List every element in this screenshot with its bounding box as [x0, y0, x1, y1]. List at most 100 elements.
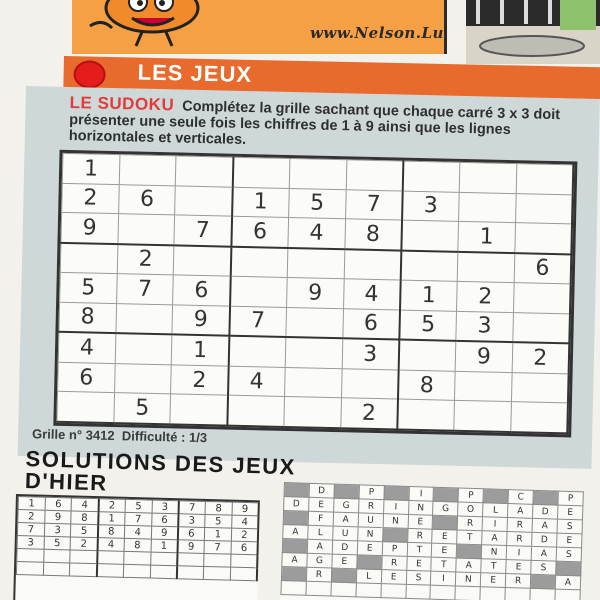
sudoku-cell: 3 [401, 190, 460, 222]
word-cell [480, 586, 506, 600]
sudoku-cell [228, 335, 286, 368]
word-cell: N [481, 544, 507, 560]
newspaper-page: www.Nelson.Lu LES JEUX LE SUDOKU Compléte… [0, 0, 600, 600]
solution-cell: 1 [18, 496, 46, 511]
sudoku-panel: LE SUDOKU Complétez la grille sachant que… [17, 86, 600, 469]
solution-cell: 1 [150, 539, 178, 553]
word-cell: E [480, 572, 506, 588]
word-cell [383, 485, 409, 501]
sudoku-cell [289, 158, 347, 190]
word-cell: A [332, 512, 359, 527]
sudoku-cell [285, 307, 344, 339]
sudoku-cell: 5 [399, 309, 457, 342]
word-cell: E [406, 556, 432, 572]
word-cell [282, 538, 308, 554]
word-cell: I [506, 545, 532, 561]
word-cell: A [282, 524, 309, 540]
word-cell [555, 561, 582, 576]
word-cell: E [556, 533, 583, 548]
sudoku-cell [401, 220, 459, 252]
word-cell [333, 484, 360, 499]
photo-thumbnail [466, 0, 600, 64]
word-cell: S [405, 570, 432, 586]
sudoku-cell [400, 250, 458, 282]
sudoku-cell [512, 312, 570, 344]
sudoku-cell: 2 [456, 281, 514, 313]
sudoku-cell [514, 222, 573, 255]
sudoku-instructions: LE SUDOKU Complétez la grille sachant que… [69, 93, 590, 156]
sudoku-cell [459, 162, 517, 194]
word-cell [280, 580, 307, 596]
sudoku-cell [229, 276, 288, 308]
sudoku-cell: 6 [173, 275, 231, 306]
word-cell: P [358, 484, 385, 500]
word-cell [382, 527, 408, 543]
sudoku-cell [175, 155, 234, 187]
word-cell [355, 582, 381, 598]
sudoku-cell [284, 367, 342, 399]
solution-cell [16, 548, 44, 563]
sudoku-cell [511, 372, 569, 404]
nelson-url: www.Nelson.Lu [310, 24, 444, 42]
word-cell: N [357, 526, 383, 542]
sudoku-cell [170, 394, 228, 426]
word-cell: S [530, 560, 557, 576]
solution-cell: 8 [123, 538, 151, 553]
solution-cell [203, 566, 231, 581]
solution-cell: 3 [17, 535, 45, 550]
solution-cell: 2 [17, 509, 45, 524]
solution-cell: 4 [231, 515, 259, 529]
word-cell [330, 582, 357, 597]
sudoku-cell: 9 [455, 341, 513, 373]
word-cell [432, 515, 458, 530]
solution-cell: 3 [151, 500, 179, 514]
word-cell [305, 581, 332, 597]
solution-cell [70, 549, 98, 564]
sudoku-cell [283, 396, 342, 429]
sudoku-cell: 7 [229, 305, 287, 338]
sudoku-cell [173, 245, 232, 277]
cartoon-character-icon [89, 0, 200, 47]
word-cell: I [408, 486, 434, 502]
word-cell: E [505, 559, 532, 575]
word-cell: U [357, 512, 384, 528]
word-cell: G [432, 501, 459, 516]
word-cell [433, 487, 459, 502]
word-cell [483, 488, 509, 504]
solution-cell [123, 551, 151, 566]
word-cell: N [408, 500, 434, 516]
word-cell [380, 583, 406, 599]
word-cell: R [506, 531, 533, 547]
solution-cell [43, 562, 71, 576]
sudoku-cell: 1 [457, 221, 516, 253]
word-cell: D [308, 483, 335, 499]
word-cell: A [281, 552, 308, 568]
sudoku-cell [115, 303, 174, 335]
sudoku-cell: 2 [170, 364, 229, 396]
sudoku-cell [515, 163, 574, 195]
word-cell: T [406, 542, 433, 558]
sudoku-cell: 2 [340, 398, 398, 430]
solution-cell [203, 553, 231, 568]
sudoku-cell [114, 333, 173, 365]
sudoku-cell [515, 193, 573, 224]
solution-cell: 9 [150, 526, 179, 540]
word-cell: I [383, 499, 409, 515]
word-cell: S [556, 547, 582, 562]
solution-cell [96, 563, 124, 578]
sudoku-cell: 5 [288, 188, 346, 219]
sudoku-cell [457, 251, 515, 283]
word-cell: R [358, 498, 384, 514]
word-cell: A [307, 539, 333, 555]
sudoku-cell: 6 [513, 252, 572, 285]
word-cell: L [482, 502, 509, 518]
sudoku-cell: 7 [116, 273, 174, 305]
section-title: LES JEUX [137, 59, 253, 87]
sudoku-cell: 5 [59, 272, 117, 304]
word-cell: E [308, 497, 334, 513]
solution-cell: 8 [205, 501, 233, 516]
word-cell: E [557, 505, 583, 520]
solution-sudoku-table: 164253789298176354735849612352481976 [16, 496, 260, 581]
sudoku-cell: 6 [231, 216, 289, 248]
solution-cell: 5 [124, 499, 152, 514]
